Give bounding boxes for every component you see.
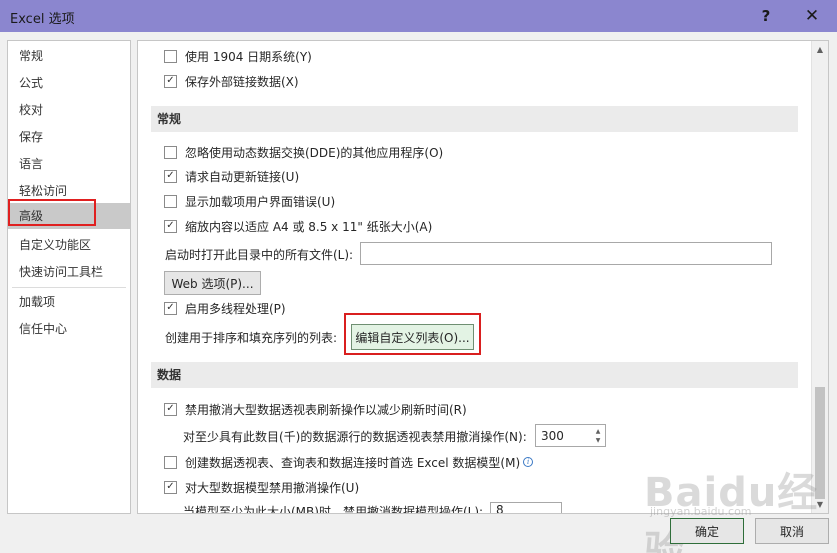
option-1904-date-system[interactable]: 使用 1904 日期系统(Y): [164, 46, 312, 66]
close-button[interactable]: ✕: [798, 4, 826, 28]
checkbox-ask-update-links[interactable]: ✓: [164, 169, 177, 183]
option-disable-undo-data-model[interactable]: ✓ 对大型数据模型禁用撤消操作(U): [164, 477, 359, 497]
option-label: 使用 1904 日期系统(Y): [185, 49, 312, 64]
checkbox-disable-undo-data-model[interactable]: ✓: [164, 480, 177, 494]
option-ignore-dde[interactable]: 忽略使用动态数据交换(DDE)的其他应用程序(O): [164, 142, 443, 162]
option-label: 禁用撤消大型数据透视表刷新操作以减少刷新时间(R): [185, 402, 467, 417]
title-bar: Excel 选项 ? ✕: [0, 0, 837, 32]
option-label: 启用多线程处理(P): [185, 301, 286, 316]
option-ask-update-links[interactable]: ✓ 请求自动更新链接(U): [164, 166, 299, 186]
checkbox-multithreading[interactable]: ✓: [164, 301, 177, 315]
ok-button[interactable]: 确定: [670, 518, 744, 544]
window-title: Excel 选项: [10, 12, 75, 27]
pivot-rows-threshold-label: 对至少具有此数目(千)的数据源行的数据透视表禁用撤消操作(N):: [183, 429, 527, 444]
scrollbar-thumb[interactable]: [815, 387, 825, 499]
checkbox-1904-date-system[interactable]: [164, 49, 177, 63]
option-scale-to-a4[interactable]: ✓ 缩放内容以适应 A4 或 8.5 x 11" 纸张大小(A): [164, 216, 432, 236]
checkbox-ignore-dde[interactable]: [164, 145, 177, 159]
help-button[interactable]: ?: [752, 4, 780, 28]
web-options-button[interactable]: Web 选项(P)...: [164, 271, 261, 295]
sidebar-item-general[interactable]: 常规: [8, 43, 130, 69]
checkbox-prefer-data-model[interactable]: [164, 455, 177, 469]
option-prefer-data-model[interactable]: 创建数据透视表、查询表和数据连接时首选 Excel 数据模型(M) i: [164, 452, 534, 472]
scroll-up-arrow-icon[interactable]: ▲: [812, 41, 828, 57]
startup-folder-input[interactable]: [360, 242, 772, 265]
sidebar-item-language[interactable]: 语言: [8, 151, 130, 177]
sidebar-item-advanced[interactable]: 高级: [8, 203, 130, 229]
option-label: 对大型数据模型禁用撤消操作(U): [185, 480, 360, 495]
pivot-rows-threshold-spinner[interactable]: 300 ▲ ▼: [535, 424, 606, 447]
section-header-data: 数据: [151, 362, 798, 388]
sidebar-item-formulas[interactable]: 公式: [8, 70, 130, 96]
option-label: 显示加载项用户界面错误(U): [185, 194, 336, 209]
sidebar-item-proofing[interactable]: 校对: [8, 97, 130, 123]
checkbox-show-addin-ui-errors[interactable]: [164, 194, 177, 208]
cancel-button[interactable]: 取消: [755, 518, 829, 544]
option-label: 创建数据透视表、查询表和数据连接时首选 Excel 数据模型(M): [185, 455, 521, 470]
sidebar-item-quick-access-toolbar[interactable]: 快速访问工具栏: [8, 259, 130, 285]
spinner-value[interactable]: 8: [491, 503, 561, 513]
sidebar-item-accessibility[interactable]: 轻松访问: [8, 178, 130, 204]
scroll-down-arrow-icon[interactable]: ▼: [812, 496, 828, 512]
sidebar-item-trust-center[interactable]: 信任中心: [8, 316, 130, 342]
option-multithreading[interactable]: ✓ 启用多线程处理(P): [164, 298, 286, 318]
section-header-general: 常规: [151, 106, 798, 132]
model-size-threshold-label: 当模型至少为此大小(MB)时，禁用撤消数据模型操作(L):: [183, 505, 484, 513]
spinner-arrows[interactable]: ▲ ▼: [591, 425, 605, 446]
startup-folder-label: 启动时打开此目录中的所有文件(L):: [165, 247, 354, 262]
option-show-addin-ui-errors[interactable]: 显示加载项用户界面错误(U): [164, 191, 335, 211]
option-save-external-link-values[interactable]: ✓ 保存外部链接数据(X): [164, 71, 299, 91]
sidebar-divider: [12, 287, 126, 288]
custom-list-label: 创建用于排序和填充序列的列表:: [165, 330, 338, 345]
content-scrollbar[interactable]: ▲ ▼: [811, 41, 828, 513]
option-disable-undo-pivot-refresh[interactable]: ✓ 禁用撤消大型数据透视表刷新操作以减少刷新时间(R): [164, 399, 467, 419]
option-label: 请求自动更新链接(U): [185, 169, 300, 184]
spinner-value[interactable]: 300: [536, 429, 591, 443]
chevron-down-icon[interactable]: ▼: [596, 436, 601, 445]
edit-custom-lists-button[interactable]: 编辑自定义列表(O)...: [351, 324, 474, 350]
model-size-threshold-spinner[interactable]: 8: [490, 502, 562, 513]
options-sidebar: 常规 公式 校对 保存 语言 轻松访问 高级 自定义功能区 快速访问工具栏 加载…: [7, 40, 131, 514]
sidebar-item-customize-ribbon[interactable]: 自定义功能区: [8, 232, 130, 258]
checkbox-disable-undo-pivot-refresh[interactable]: ✓: [164, 402, 177, 416]
checkbox-save-external-link-values[interactable]: ✓: [164, 74, 177, 88]
sidebar-item-save[interactable]: 保存: [8, 124, 130, 150]
option-label: 忽略使用动态数据交换(DDE)的其他应用程序(O): [185, 145, 444, 160]
sidebar-item-addins[interactable]: 加载项: [8, 289, 130, 315]
option-label: 保存外部链接数据(X): [185, 74, 299, 89]
chevron-up-icon[interactable]: ▲: [596, 427, 601, 436]
checkbox-scale-to-a4[interactable]: ✓: [164, 219, 177, 233]
option-label: 缩放内容以适应 A4 或 8.5 x 11" 纸张大小(A): [185, 219, 433, 234]
info-icon[interactable]: i: [523, 457, 534, 467]
